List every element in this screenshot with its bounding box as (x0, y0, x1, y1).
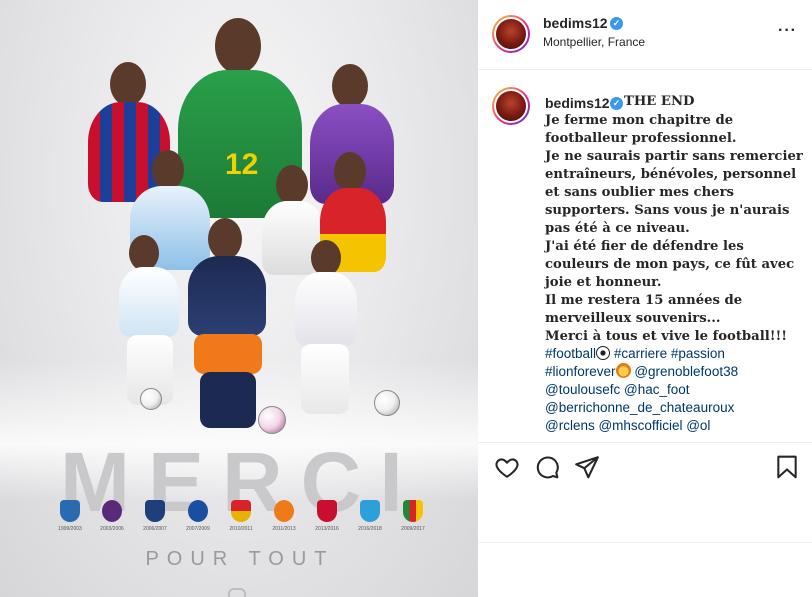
share-icon[interactable] (574, 454, 600, 480)
caption-line: et sans oublier mes chers (545, 185, 734, 200)
club-crest-icon (403, 500, 423, 522)
poster-subline: POUR TOUT (145, 548, 335, 570)
club-badge: 2016/2018 (352, 500, 388, 532)
caption-line: pas été à ce niveau. (545, 221, 690, 236)
football-ball (258, 406, 286, 434)
verified-badge-icon: ✓ (610, 17, 623, 30)
comment-icon[interactable] (534, 454, 560, 480)
club-crest-icon (317, 500, 337, 522)
club-crest-icon (274, 500, 294, 522)
mention-link[interactable]: @toulousefc @hac_foot (545, 381, 807, 399)
football-ball (140, 388, 162, 410)
caption-line: entraîneurs, bénévoles, personnel (545, 167, 797, 182)
post-caption: bedims12 ✓ THE END Je ferme mon chapitre… (478, 70, 812, 442)
club-crest-icon (231, 500, 251, 522)
caption-line: J'ai été fier de défendre les (545, 239, 744, 254)
caption-line: footballeur professionnel. (545, 131, 737, 146)
club-badge: 2010/2011 (223, 500, 259, 532)
club-badges-row: 1999/2003 2003/2006 2006/2007 2007/2009 … (52, 500, 432, 546)
watermark-icon (228, 588, 246, 597)
player-figure-lyon (285, 240, 365, 415)
club-badge: 2011/2013 (266, 500, 302, 532)
lion-emoji-icon (615, 363, 631, 378)
post-header: bedims12 ✓ Montpellier, France ··· (478, 0, 812, 70)
club-badge: 2013/2016 (309, 500, 345, 532)
heart-icon[interactable] (494, 454, 520, 480)
mention-link[interactable]: @rclens @mhscofficiel @ol (545, 417, 807, 435)
club-badge: 2003/2006 (94, 500, 130, 532)
post-author-username[interactable]: bedims12 (543, 15, 608, 31)
caption-line: joie et honneur. (545, 275, 662, 290)
player-figure-montpellier (170, 218, 290, 428)
club-crest-icon (360, 500, 380, 522)
avatar[interactable] (492, 15, 530, 53)
caption-body: Je ferme mon chapitre de footballeur pro… (545, 96, 807, 346)
shirt-number: 12 (225, 148, 259, 181)
club-crest-icon (145, 500, 165, 522)
post-location-link[interactable]: Montpellier, France (543, 35, 645, 49)
club-badge: 2006/2007 (137, 500, 173, 532)
football-ball (374, 390, 400, 416)
mention-link[interactable]: @grenoblefoot38 (634, 364, 738, 379)
caption-tags: #football #carriere #passion #lionforeve… (545, 345, 807, 435)
club-badge: 2007/2009 (180, 500, 216, 532)
post-side-panel: bedims12 ✓ Montpellier, France ··· bedim… (478, 0, 812, 597)
caption-line: supporters. Sans vous je n'aurais (545, 203, 790, 218)
more-options-icon[interactable]: ··· (778, 22, 797, 40)
caption-line: Je ne saurais partir sans remercier (545, 149, 803, 164)
post-image[interactable]: 12 MERCI 1999/2003 2003/2006 2006/2007 2… (0, 0, 478, 597)
caption-line: Je ferme mon chapitre de (545, 113, 734, 128)
post-actions-bar (478, 450, 812, 486)
club-badge: 2009/2017 (395, 500, 431, 532)
club-badge: 1999/2003 (52, 500, 88, 532)
caption-line: Merci à tous et vive le football!!! (545, 329, 788, 344)
caption-line: merveilleux souvenirs... (545, 311, 721, 326)
caption-line: couleurs de mon pays, ce fût avec (545, 257, 795, 272)
club-crest-icon (102, 500, 122, 522)
bookmark-icon[interactable] (774, 454, 800, 480)
soccer-ball-emoji-icon (596, 346, 611, 360)
mention-link[interactable]: @berrichonne_de_chateauroux (545, 399, 807, 417)
hashtag-link[interactable]: #carriere #passion (614, 346, 725, 361)
section-divider (478, 542, 812, 543)
hashtag-link[interactable]: #football (545, 346, 596, 361)
hashtag-link[interactable]: #lionforever (545, 364, 616, 379)
club-crest-icon (188, 500, 208, 522)
avatar[interactable] (492, 87, 530, 125)
club-crest-icon (60, 500, 80, 522)
section-divider (478, 442, 812, 443)
caption-line: Il me restera 15 années de (545, 293, 743, 308)
